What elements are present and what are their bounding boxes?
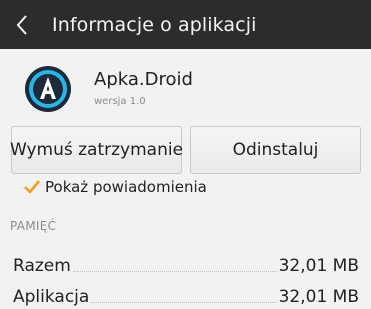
back-button[interactable] xyxy=(2,0,42,49)
storage-section-header: PAMIĘĆ xyxy=(10,219,57,233)
storage-row-value: 32,01 MB xyxy=(278,287,359,307)
show-notifications-option[interactable]: Pokaż powiadomienia xyxy=(22,176,207,198)
uninstall-button[interactable]: Odinstaluj xyxy=(190,126,361,174)
dotted-leader xyxy=(91,302,277,303)
app-logo-icon xyxy=(25,66,71,112)
chevron-left-icon xyxy=(16,14,27,35)
storage-row-label: Razem xyxy=(13,256,71,276)
notifications-label: Pokaż powiadomienia xyxy=(45,178,207,196)
checkmark-icon xyxy=(24,180,41,194)
storage-row-value: 32,01 MB xyxy=(278,256,359,276)
storage-row-label: Aplikacja xyxy=(13,287,90,307)
app-header: Apka.Droid wersja 1.0 xyxy=(0,60,371,120)
force-stop-button[interactable]: Wymuś zatrzymanie xyxy=(10,126,183,174)
app-version: wersja 1.0 xyxy=(94,96,146,107)
dotted-leader xyxy=(72,271,277,272)
notifications-checkbox[interactable] xyxy=(22,177,42,197)
storage-row-app: Aplikacja 32,01 MB xyxy=(13,283,359,307)
action-bar: Informacje o aplikacji xyxy=(0,0,371,49)
page-title: Informacje o aplikacji xyxy=(52,13,257,36)
app-name: Apka.Droid xyxy=(94,69,193,90)
storage-row-total: Razem 32,01 MB xyxy=(13,252,359,276)
